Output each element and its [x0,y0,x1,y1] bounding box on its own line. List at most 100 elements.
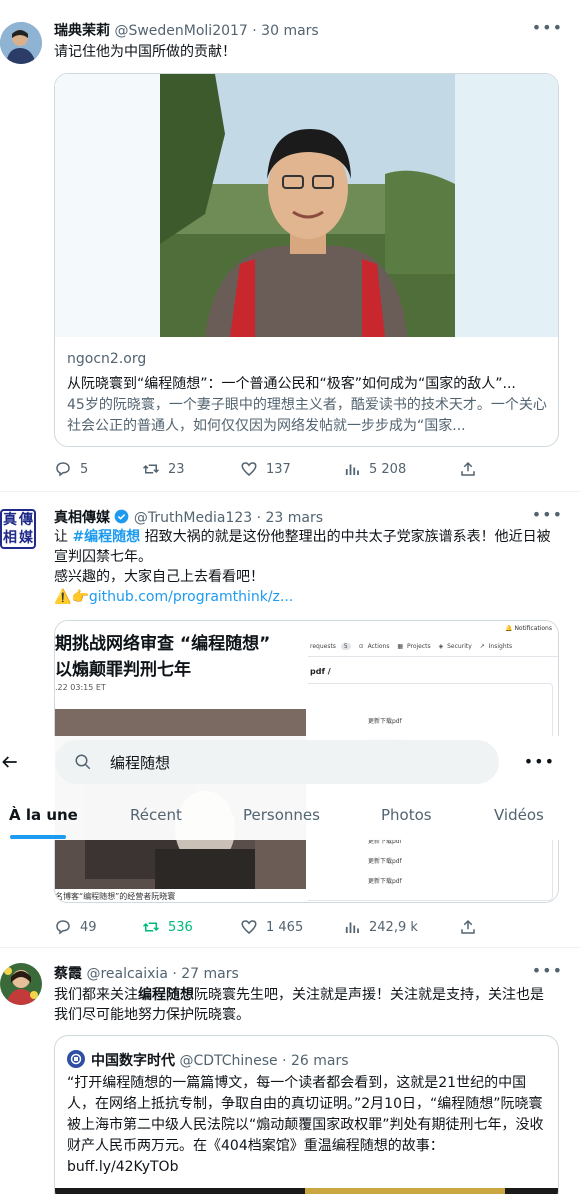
like-count: 1 465 [266,919,304,935]
github-notifications: 🔔 Notifications [505,625,552,632]
reply-button[interactable]: 49 [54,918,97,936]
card-image [55,74,558,337]
reply-count: 5 [80,461,89,477]
share-icon [461,461,475,476]
tab-top[interactable]: À la une [9,806,78,824]
gh-row: 更新下载pdf [368,718,402,725]
tweet-actions: 49 536 1 465 242,9 k [54,918,484,938]
tab-videos[interactable]: Vidéos [494,806,544,824]
views-count: 5 208 [369,461,407,477]
cdt-logo-icon [70,1053,82,1065]
tweet-text: 让 #编程随想 招致大祸的就是这份他整理出的中共太子党家族谱系表！他近日被宣判囚… [54,527,554,607]
text-segment: 我们都来关注 [54,987,138,1003]
like-count: 137 [266,461,291,477]
heart-icon [241,462,257,476]
notifications-label: Notifications [514,625,552,632]
more-options-icon[interactable]: ••• [532,18,563,37]
author-name[interactable]: 瑞典茉莉 [54,23,110,39]
tweet-2[interactable]: 真 傳 相 媒 真相傳媒 @TruthMedia123 · 23 mars ••… [0,493,581,948]
card-title: 从阮晓寰到“编程随想”：一个普通公民和“极客”如何成为“国家的敌人”... [67,376,516,392]
author-handle-date[interactable]: @TruthMedia123 · 23 mars [134,510,323,526]
gh-row: 更新下载pdf [368,858,402,865]
search-more-options-icon[interactable]: ••• [524,752,555,771]
tweet-3[interactable]: 蔡霞 @realcaixia · 27 mars ••• 我们都来关注编程随想阮… [0,949,581,1194]
retweet-button[interactable]: 536 [142,918,193,936]
search-icon [75,754,91,770]
share-icon [461,919,475,934]
github-link[interactable]: github.com/programthink/z... [89,589,293,605]
more-options-icon[interactable]: ••• [532,961,563,980]
gh-tab-separator: ⊙ [358,643,364,650]
avatar[interactable]: 真 傳 相 媒 [0,509,36,549]
reply-button[interactable]: 5 [54,460,88,478]
card-domain: ngocn2.org [67,351,147,367]
views-icon [345,922,359,933]
quote-text: “打开编程随想的一篇篇博文，每一个读者都会看到，这就是21世纪的中国人，在网络上… [67,1075,544,1175]
tweet-actions: 5 23 137 5 208 [54,460,484,480]
quote-author-handle-date[interactable]: @CDTChinese · 26 mars [179,1053,348,1069]
tab-photos[interactable]: Photos [381,806,432,824]
avatar-char: 媒 [19,530,33,546]
news-headline: 以煽颠罪判刑七年 [55,660,191,680]
quote-header: 中国数字时代 @CDTChinese · 26 mars [91,1050,349,1070]
views-icon [345,464,359,475]
like-button[interactable]: 137 [240,460,291,478]
pointing-emoji: 👉 [71,589,89,605]
gh-row: 更新下载pdf [368,878,402,885]
quoted-tweet[interactable]: 中国数字时代 @CDTChinese · 26 mars “打开编程随想的一篇篇… [54,1035,559,1194]
heart-icon [241,920,257,934]
back-arrow-icon[interactable] [0,752,20,772]
retweet-count: 536 [168,919,193,935]
author-name[interactable]: 蔡霞 [54,966,82,982]
reply-count: 49 [80,919,97,935]
share-button[interactable] [459,460,477,478]
github-tabs: requests 5 ⊙ Actions ▦ Projects ◈ Securi… [308,643,558,657]
gh-tab: requests [310,643,336,650]
views-button[interactable]: 5 208 [343,460,406,478]
quote-author-name[interactable]: 中国数字时代 [91,1053,175,1069]
tweet-1[interactable]: 瑞典茉莉 @SwedenMoli2017 · 30 mars ••• 请记住他为… [0,0,581,492]
gh-tab-separator: ◈ [438,643,444,650]
search-tabs: À la une Récent Personnes Photos Vidéos [0,798,581,839]
retweet-count: 23 [168,461,185,477]
retweet-icon [142,922,160,932]
author-name[interactable]: 真相傳媒 [54,510,110,526]
like-button[interactable]: 1 465 [240,918,303,936]
gh-tab: Projects [407,643,431,650]
author-handle-date[interactable]: @realcaixia · 27 mars [86,966,238,982]
views-button[interactable]: 242,9 k [343,918,418,936]
verified-badge-icon [115,509,129,524]
gh-tab-separator: ▦ [397,643,404,650]
search-highlight: 编程随想 [138,987,194,1003]
search-header: 编程随想 ••• À la une Récent Personnes Photo… [0,736,581,840]
retweet-button[interactable]: 23 [142,460,185,478]
avatar[interactable] [0,963,42,1005]
avatar-photo [0,963,42,1005]
more-options-icon[interactable]: ••• [532,505,563,524]
gh-tab-separator: ↗ [479,643,485,650]
gh-path: pdf / [310,667,331,676]
avatar-char: 真 [3,512,17,528]
share-button[interactable] [459,918,477,936]
text-segment: 让 [54,529,73,545]
avatar-char: 傳 [19,512,33,528]
gh-tab-count: 5 [340,643,351,650]
avatar[interactable] [0,22,42,64]
author-handle-date[interactable]: @SwedenMoli2017 · 30 mars [114,23,318,39]
text-segment: 感兴趣的，大家自己上去看看吧！ [54,569,264,585]
active-tab-indicator [10,835,66,839]
search-input[interactable]: 编程随想 [55,740,499,784]
link-card[interactable]: ngocn2.org 从阮晓寰到“编程随想”：一个普通公民和“极客”如何成为“国… [54,73,559,447]
news-caption: 名博客“编程随想”的经营者阮晓寰 [55,892,176,901]
retweet-icon [142,464,160,474]
news-headline: 期挑战网络审查 “编程随想” [55,634,271,654]
hashtag-link[interactable]: #编程随想 [72,529,140,545]
tab-people[interactable]: Personnes [243,806,320,824]
card-description: 45岁的阮晓寰，一个妻子眼中的理想主义者，酷爱读书的技术天才。一个关心社会公正的… [67,397,547,434]
tweet-text: 请记住他为中国所做的贡献！ [54,44,236,60]
avatar-photo [0,22,42,64]
tab-latest[interactable]: Récent [130,806,182,824]
avatar-char: 相 [3,530,17,546]
gh-tab: Actions [367,643,390,650]
quote-media-strip [55,1188,558,1194]
